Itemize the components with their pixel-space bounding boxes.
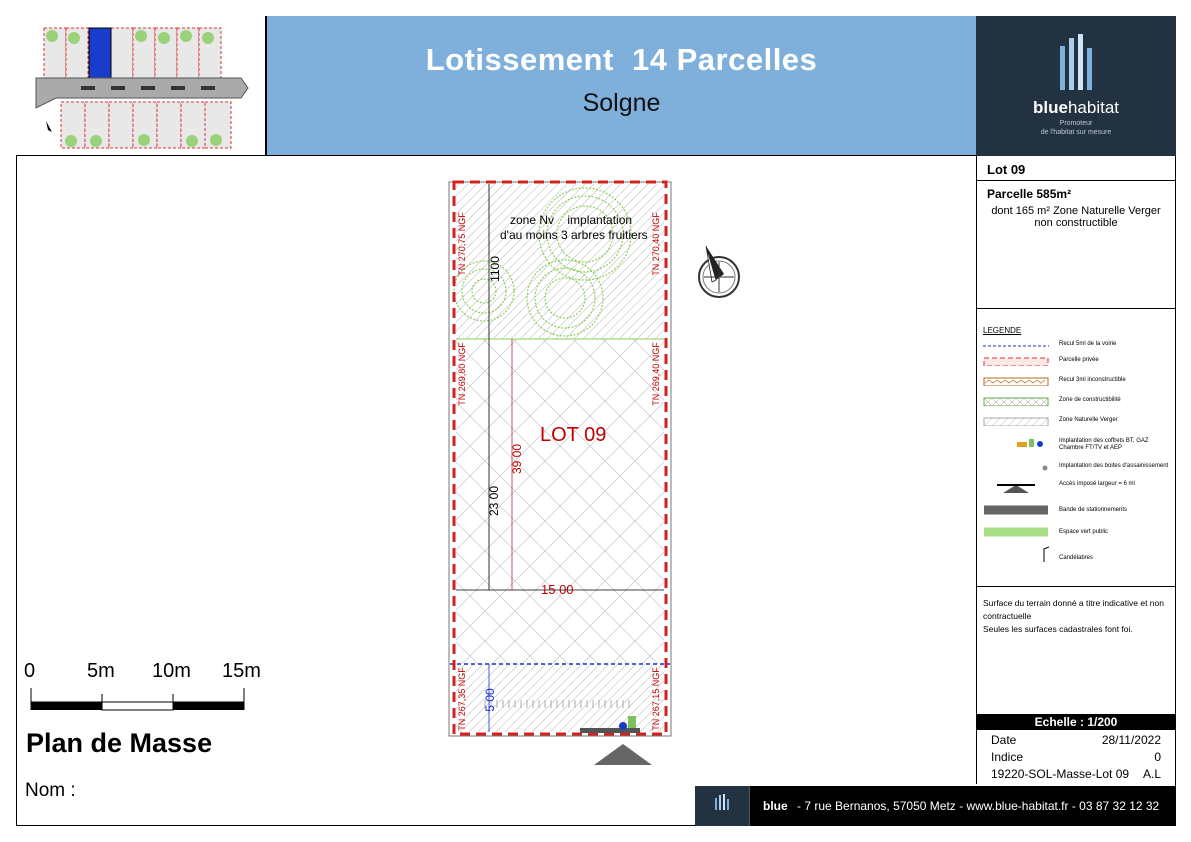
company-logo: bluehabitat Promoteur de l'habitat sur m… [976,16,1176,156]
legend-item: Zone de constructibilité [983,395,1169,409]
legend-item: Zone Naturelle Verger [983,415,1169,429]
legend-item: Parcelle privée [983,355,1169,369]
disclaimer: Surface du terrain donné a titre indicat… [976,587,1176,715]
logo-bars-icon [715,794,729,810]
scale-tick-label: 15m [222,660,261,682]
key-map [16,16,266,156]
legend-item: Recul 5ml de la voirie [983,341,1117,347]
legend-title: LEGENDE [983,326,1022,335]
scale-label: Echelle : 1/200 [976,714,1176,730]
footer-logo [695,786,750,826]
logo-tagline-1: Promoteur [1059,120,1093,127]
orchard-depth-dimension: 1100 [488,256,502,282]
elevation-label: TN 269,40 NGF [651,342,661,406]
scale-tick-label: 0 [24,660,36,682]
parcel-note-2: non constructible [1034,217,1118,229]
footer-bar: blue - 7 rue Bernanos, 57050 Metz - www.… [695,786,1176,826]
elevation-label: TN 267,35 NGF [457,667,467,731]
zone-note-2: d'au moins 3 arbres fruitiers [500,228,648,242]
scale-tick-label: 10m [152,660,191,682]
project-location: Solgne [582,89,661,117]
footer-contact: - 7 rue Bernanos, 57050 Metz - www.blue-… [797,799,1160,813]
parcel-info: Parcelle 585m² dont 165 m² Zone Naturell… [976,181,1176,309]
parcel-area: Parcelle 585m² [987,187,1072,201]
legend-item: Implantation des boites d'assainissement [983,461,1169,475]
logo-brand-bold: blue [1033,98,1068,117]
logo-brand-light: habitat [1067,98,1119,117]
drawing-metadata: Date 28/11/2022 Indice 0 19220-SOL-Masse-L… [976,730,1176,784]
legend-item: Recul 3ml inconstructible [983,375,1169,389]
plan-title: Plan de Masse [26,728,213,758]
elevation-label: TN 267,15 NGF [651,667,661,731]
name-label: Nom : [25,780,76,801]
north-arrow-icon [698,245,740,298]
total-depth-dimension: 39 00 [510,443,524,475]
logo-bars-icon [1060,34,1092,90]
elevation-label: TN 270,40 NGF [651,212,661,276]
legend: LEGENDE Recul 5ml de la voirie Parcelle … [976,309,1176,587]
parcel-note-1: dont 165 m² Zone Naturelle Verger [991,205,1161,217]
lot-number: Lot 09 [976,156,1176,181]
elevation-label: TN 270,75 NGF [457,212,467,276]
footer-brand: blue [763,799,788,813]
zone-note-1: zone Nv implantation [510,213,633,227]
elevation-label: TN 269,80 NGF [457,342,467,406]
scale-tick-label: 5m [87,660,115,682]
project-title: Lotissement 14 Parcelles [425,42,818,77]
legend-item: Accès imposé largeur = 6 ml [983,479,1169,497]
legend-item: Candélabres [983,543,1169,565]
logo-tagline-2: de l'habitat sur mesure [1040,129,1112,136]
setback-dimension: 5 00 [483,688,497,712]
title-banner: Lotissement 14 Parcelles Solgne [266,16,976,156]
legend-item: Implantation des coffrets BT, GAZ Chambr… [983,436,1169,456]
width-dimension: 15 00 [541,582,574,597]
scale-bar [30,688,245,711]
legend-item: Espace vert public [983,523,1169,537]
lot-name: LOT 09 [540,424,607,446]
build-depth-dimension: 23 00 [487,485,501,517]
legend-item: Bande de stationnements [983,501,1169,515]
lot-plan [448,180,672,765]
